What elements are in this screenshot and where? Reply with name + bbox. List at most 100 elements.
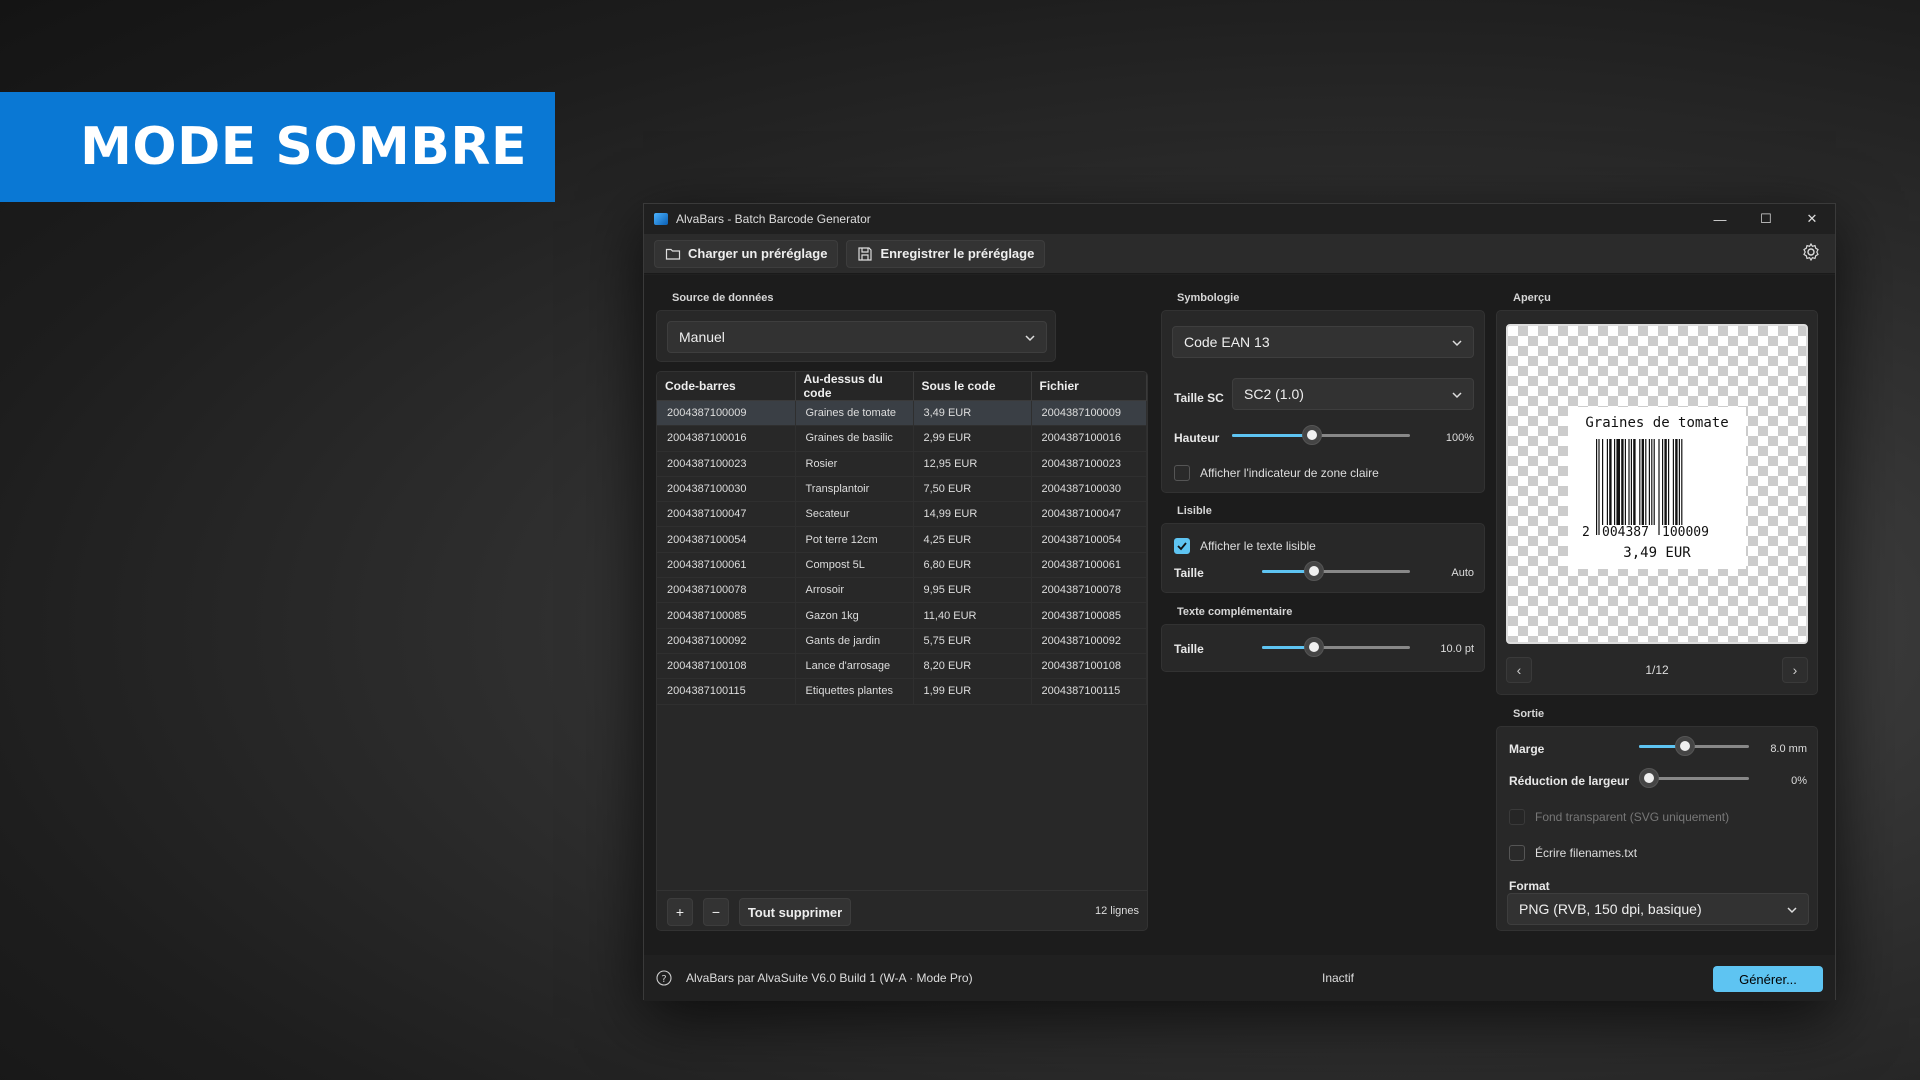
datasource-select[interactable]: Manuel — [667, 321, 1047, 353]
preview-next-button[interactable]: › — [1782, 657, 1808, 683]
maximize-icon[interactable]: ☐ — [1743, 204, 1789, 234]
table-cell[interactable]: 2004387100047 — [657, 501, 796, 528]
table-cell[interactable]: Gants de jardin — [795, 628, 914, 654]
generate-button[interactable]: Générer... — [1713, 966, 1823, 992]
height-slider-thumb[interactable] — [1302, 425, 1323, 445]
column-header-barcode[interactable]: Code-barres — [657, 372, 796, 401]
write-filenames-box[interactable] — [1509, 845, 1525, 861]
table-cell[interactable]: 2004387100030 — [657, 476, 796, 503]
table-cell[interactable]: 2004387100078 — [1031, 577, 1147, 604]
table-cell[interactable]: 2004387100092 — [1031, 628, 1147, 654]
table-cell[interactable]: Rosier — [795, 451, 914, 477]
table-row[interactable]: 2004387100009 Graines de tomate 3,49 EUR 20… — [657, 400, 1147, 427]
table-cell[interactable]: 5,75 EUR — [913, 628, 1032, 654]
table-cell[interactable]: 2004387100054 — [1031, 526, 1147, 553]
symbology-select[interactable]: Code EAN 13 — [1172, 326, 1474, 358]
save-preset-button[interactable]: Enregistrer le préréglage — [846, 239, 1046, 268]
format-select[interactable]: PNG (RVB, 150 dpi, basique) — [1507, 893, 1809, 925]
size-sc-select[interactable]: SC2 (1.0) — [1232, 378, 1474, 410]
table-cell[interactable]: 2004387100030 — [1031, 476, 1147, 503]
close-icon[interactable]: ✕ — [1789, 204, 1835, 234]
table-cell[interactable]: 8,20 EUR — [913, 653, 1032, 680]
table-cell[interactable]: Lance d'arrosage — [795, 653, 914, 680]
minimize-icon[interactable]: — — [1697, 204, 1743, 234]
table-cell[interactable]: 1,99 EUR — [913, 678, 1032, 705]
table-cell[interactable]: 2004387100085 — [1031, 602, 1147, 629]
table-cell[interactable]: Arrosoir — [795, 577, 914, 604]
width-reduction-slider[interactable] — [1639, 768, 1749, 788]
table-row[interactable]: 2004387100047 Secateur 14,99 EUR 2004387100… — [657, 501, 1147, 528]
table-row[interactable]: 2004387100078 Arrosoir 9,95 EUR 20043871000… — [657, 577, 1147, 604]
add-row-button[interactable]: + — [667, 898, 693, 926]
folder-icon — [665, 248, 681, 260]
table-row[interactable]: 2004387100016 Graines de basilic 2,99 EUR 2… — [657, 425, 1147, 452]
column-header-below[interactable]: Sous le code — [913, 372, 1032, 401]
table-cell[interactable]: Etiquettes plantes — [795, 678, 914, 705]
table-cell[interactable]: 3,49 EUR — [913, 400, 1032, 427]
table-cell[interactable]: Transplantoir — [795, 476, 914, 503]
mode-banner: MODE SOMBRE — [0, 92, 555, 202]
show-text-box[interactable] — [1174, 538, 1190, 554]
margin-slider-thumb[interactable] — [1675, 736, 1696, 756]
show-text-checkbox[interactable]: Afficher le texte lisible — [1174, 538, 1316, 554]
clear-all-button[interactable]: Tout supprimer — [739, 898, 851, 926]
readable-size-thumb[interactable] — [1303, 561, 1324, 581]
table-cell[interactable]: Gazon 1kg — [795, 602, 914, 629]
table-cell[interactable]: 2004387100023 — [1031, 451, 1147, 477]
table-row[interactable]: 2004387100054 Pot terre 12cm 4,25 EUR 20043… — [657, 526, 1147, 553]
table-cell[interactable]: 2004387100108 — [1031, 653, 1147, 680]
table-cell[interactable]: 2004387100108 — [657, 653, 796, 680]
table-row[interactable]: 2004387100030 Transplantoir 7,50 EUR 200438… — [657, 476, 1147, 503]
table-cell[interactable]: 12,95 EUR — [913, 451, 1032, 477]
table-cell[interactable]: 2004387100092 — [657, 628, 796, 654]
table-row[interactable]: 2004387100061 Compost 5L 6,80 EUR 200438710… — [657, 552, 1147, 579]
table-row[interactable]: 2004387100023 Rosier 12,95 EUR 200438710002… — [657, 451, 1147, 477]
table-row[interactable]: 2004387100108 Lance d'arrosage 8,20 EUR 200… — [657, 653, 1147, 680]
table-cell[interactable]: 7,50 EUR — [913, 476, 1032, 503]
preview-prev-button[interactable]: ‹ — [1506, 657, 1532, 683]
table-cell[interactable]: 2004387100078 — [657, 577, 796, 604]
table-cell[interactable]: 11,40 EUR — [913, 602, 1032, 629]
width-reduction-thumb[interactable] — [1639, 768, 1659, 788]
load-preset-button[interactable]: Charger un préréglage — [654, 239, 839, 268]
quiet-zone-checkbox[interactable]: Afficher l'indicateur de zone claire — [1174, 465, 1379, 481]
table-cell[interactable]: 2004387100061 — [657, 552, 796, 579]
quiet-zone-box[interactable] — [1174, 465, 1190, 481]
remove-row-button[interactable]: − — [703, 898, 729, 926]
transparent-bg-box — [1509, 809, 1525, 825]
extra-text-size-slider[interactable] — [1262, 637, 1410, 657]
table-cell[interactable]: 2004387100054 — [657, 526, 796, 553]
table-cell[interactable]: 6,80 EUR — [913, 552, 1032, 579]
table-cell[interactable]: 2004387100023 — [657, 451, 796, 477]
table-cell[interactable]: Pot terre 12cm — [795, 526, 914, 553]
table-cell[interactable]: Secateur — [795, 501, 914, 528]
table-row[interactable]: 2004387100115 Etiquettes plantes 1,99 EUR 2… — [657, 678, 1147, 705]
extra-text-size-thumb[interactable] — [1303, 637, 1324, 657]
table-cell[interactable]: 9,95 EUR — [913, 577, 1032, 604]
readable-size-slider[interactable] — [1262, 561, 1410, 581]
settings-gear-icon[interactable] — [1801, 242, 1821, 262]
table-row[interactable]: 2004387100085 Gazon 1kg 11,40 EUR 200438710… — [657, 602, 1147, 629]
table-cell[interactable]: 2004387100016 — [657, 425, 796, 452]
write-filenames-checkbox[interactable]: Écrire filenames.txt — [1509, 845, 1637, 861]
table-cell[interactable]: Compost 5L — [795, 552, 914, 579]
table-cell[interactable]: 2004387100061 — [1031, 552, 1147, 579]
column-header-file[interactable]: Fichier — [1031, 372, 1147, 401]
margin-slider[interactable] — [1639, 736, 1749, 756]
help-icon[interactable]: ? — [656, 970, 672, 986]
table-cell[interactable]: Graines de tomate — [795, 400, 914, 427]
table-cell[interactable]: 2004387100009 — [657, 400, 796, 427]
table-cell[interactable]: 2004387100115 — [1031, 678, 1147, 705]
table-cell[interactable]: 2004387100016 — [1031, 425, 1147, 452]
table-cell[interactable]: 2004387100047 — [1031, 501, 1147, 528]
column-header-above[interactable]: Au-dessus du code — [795, 372, 914, 401]
table-cell[interactable]: 2,99 EUR — [913, 425, 1032, 452]
table-cell[interactable]: Graines de basilic — [795, 425, 914, 452]
table-cell[interactable]: 14,99 EUR — [913, 501, 1032, 528]
table-cell[interactable]: 2004387100085 — [657, 602, 796, 629]
table-cell[interactable]: 2004387100115 — [657, 678, 796, 705]
table-cell[interactable]: 4,25 EUR — [913, 526, 1032, 553]
table-cell[interactable]: 2004387100009 — [1031, 400, 1147, 427]
table-row[interactable]: 2004387100092 Gants de jardin 5,75 EUR 2004… — [657, 628, 1147, 654]
height-slider[interactable] — [1232, 425, 1410, 445]
